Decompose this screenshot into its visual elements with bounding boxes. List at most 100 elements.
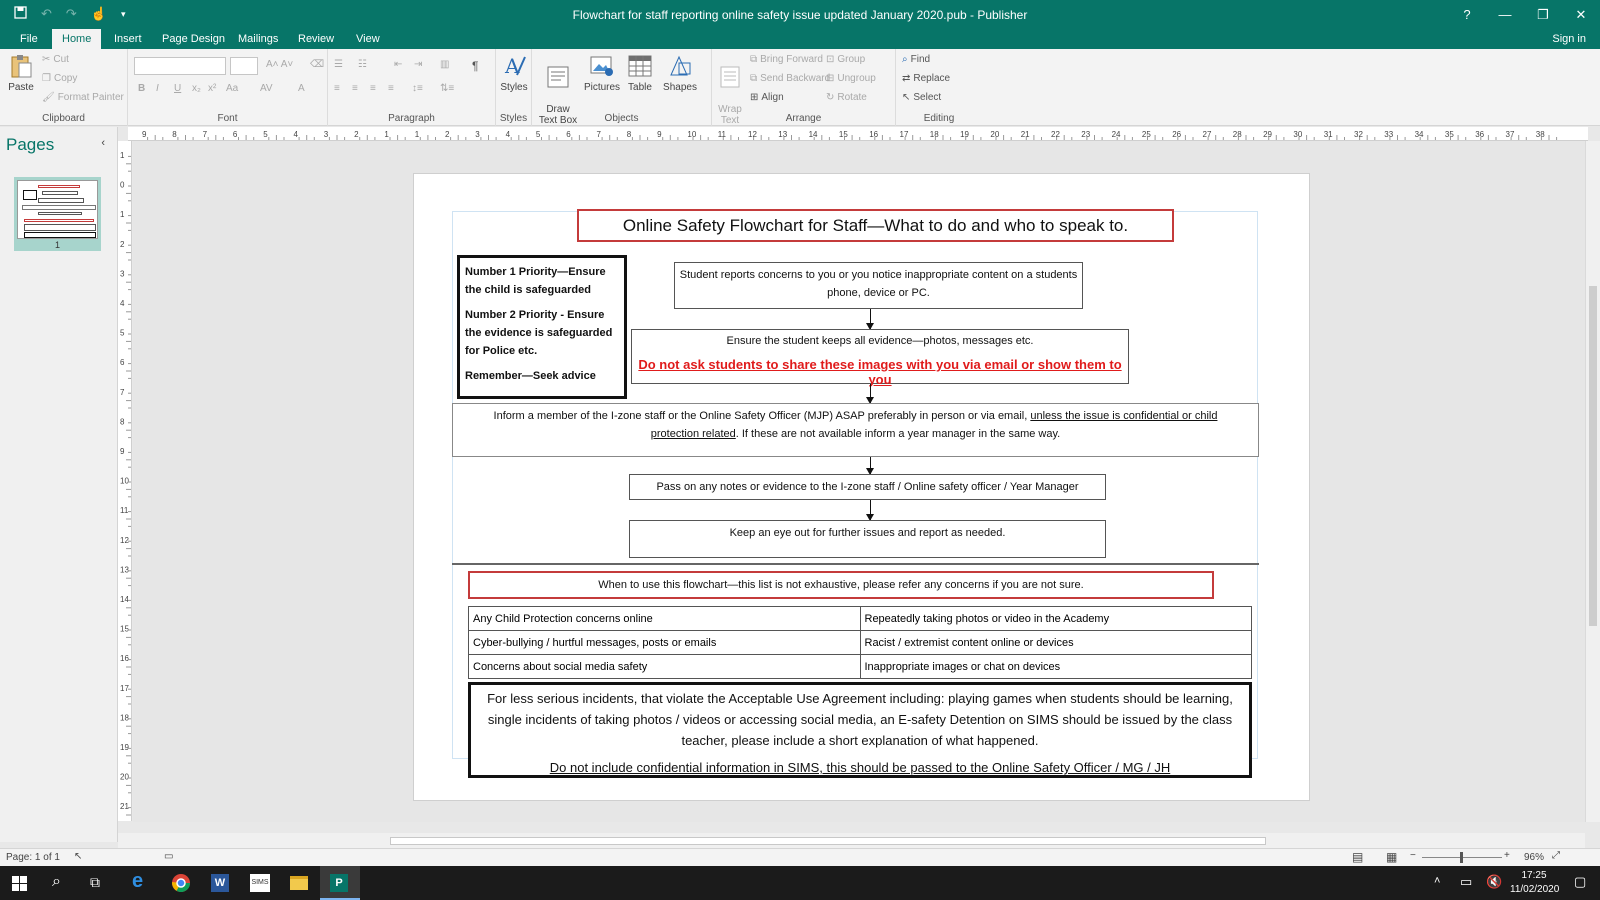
- chrome-icon[interactable]: [172, 874, 190, 892]
- two-page-view-icon[interactable]: ▦: [1386, 850, 1397, 864]
- help-button[interactable]: ?: [1448, 0, 1486, 29]
- word-icon[interactable]: W: [211, 874, 229, 892]
- styles-button[interactable]: A Styles: [498, 53, 530, 93]
- objects-group: Draw Text Box Pictures Table Shapes Obje…: [532, 49, 712, 126]
- replace-button[interactable]: ⇄ Replace: [902, 73, 950, 84]
- grow-font-icon[interactable]: A˄ A˅: [266, 59, 293, 70]
- format-painter-button[interactable]: 🖌 Format Painter: [42, 92, 124, 103]
- ruler-label: 2: [120, 240, 125, 249]
- tab-home[interactable]: Home: [52, 29, 102, 49]
- page-indicator[interactable]: Page: 1 of 1: [6, 852, 60, 863]
- italic-icon[interactable]: I: [156, 83, 159, 94]
- collapse-pane-icon[interactable]: ‹: [101, 137, 105, 149]
- task-view-icon[interactable]: ⧉: [90, 874, 100, 891]
- clock[interactable]: 17:25 11/02/2020: [1510, 869, 1559, 897]
- character-spacing-icon[interactable]: AV: [260, 83, 273, 94]
- font-color-icon[interactable]: A: [298, 83, 305, 94]
- increase-indent-icon[interactable]: ⇥: [414, 59, 422, 70]
- rotate-button[interactable]: ↻ Rotate: [826, 92, 867, 103]
- group-button[interactable]: ⊡ Group: [826, 54, 865, 65]
- zoom-out-icon[interactable]: −: [1410, 850, 1416, 861]
- zoom-slider-thumb[interactable]: [1460, 852, 1464, 863]
- font-size-input[interactable]: [230, 57, 258, 75]
- single-page-view-icon[interactable]: ▤: [1352, 850, 1363, 864]
- table-icon: [628, 55, 652, 77]
- flowchart-title[interactable]: Online Safety Flowchart for Staff—What t…: [577, 209, 1174, 242]
- paragraph-label: Paragraph: [388, 113, 435, 124]
- cut-button[interactable]: ✂ Cut: [42, 54, 69, 65]
- justify-icon[interactable]: ≡: [388, 83, 394, 94]
- align-center-icon[interactable]: ≡: [352, 83, 358, 94]
- send-backward-button[interactable]: ⧉ Send Backward: [750, 73, 830, 84]
- bring-forward-button[interactable]: ⧉ Bring Forward: [750, 54, 823, 65]
- tab-file[interactable]: File: [10, 29, 48, 49]
- sims-icon[interactable]: SIMS: [250, 874, 270, 892]
- search-icon[interactable]: ⌕: [52, 873, 61, 891]
- paragraph-spacing-icon[interactable]: ⇅≡: [440, 83, 454, 94]
- vertical-scroll-thumb[interactable]: [1589, 286, 1597, 626]
- step-keep-evidence[interactable]: Ensure the student keeps all evidence—ph…: [631, 329, 1129, 387]
- find-button[interactable]: ⌕ Find: [902, 54, 930, 65]
- table-button[interactable]: Table: [622, 53, 658, 93]
- tab-view[interactable]: View: [346, 29, 390, 49]
- horizontal-scroll-thumb[interactable]: [390, 837, 1266, 845]
- vertical-scrollbar[interactable]: [1585, 141, 1600, 822]
- subscript-icon[interactable]: x₂: [192, 83, 201, 94]
- superscript-icon[interactable]: x²: [208, 83, 216, 94]
- concerns-table[interactable]: Any Child Protection concerns online Repe…: [468, 606, 1252, 679]
- windows-start-icon[interactable]: [12, 876, 27, 891]
- chevron-up-icon[interactable]: ˄: [1434, 875, 1440, 887]
- step-pass-on-notes[interactable]: Pass on any notes or evidence to the I-z…: [629, 474, 1106, 500]
- shapes-button[interactable]: Shapes: [660, 53, 700, 93]
- columns-icon[interactable]: ▥: [440, 59, 449, 70]
- fit-page-icon[interactable]: ⤢: [1552, 850, 1560, 861]
- align-button[interactable]: ⊞ Align: [750, 92, 784, 103]
- line-spacing-icon[interactable]: ↕≡: [412, 83, 423, 94]
- edge-icon[interactable]: e: [132, 870, 143, 893]
- taskbar-publisher-active[interactable]: P: [320, 866, 360, 900]
- ungroup-button[interactable]: ⊟ Ungroup: [826, 73, 876, 84]
- decrease-indent-icon[interactable]: ⇤: [394, 59, 402, 70]
- restore-button[interactable]: ❐: [1524, 0, 1562, 29]
- when-to-use-title[interactable]: When to use this flowchart—this list is …: [468, 571, 1214, 599]
- tab-review[interactable]: Review: [288, 29, 344, 49]
- volume-muted-icon[interactable]: 🔇: [1486, 874, 1502, 890]
- horizontal-scrollbar[interactable]: [118, 833, 1585, 848]
- minimize-button[interactable]: —: [1486, 0, 1524, 29]
- change-case-icon[interactable]: Aa: [226, 83, 238, 94]
- select-button[interactable]: ↖ Select: [902, 92, 941, 103]
- bullets-icon[interactable]: ☰: [334, 59, 343, 70]
- ruler-label: 15: [839, 130, 848, 139]
- network-icon[interactable]: ▭: [1460, 874, 1472, 890]
- pictures-button[interactable]: Pictures: [582, 53, 622, 93]
- paste-button[interactable]: Paste: [5, 53, 37, 93]
- zoom-in-icon[interactable]: +: [1504, 850, 1510, 861]
- align-right-icon[interactable]: ≡: [370, 83, 376, 94]
- tab-page-design[interactable]: Page Design: [152, 29, 235, 49]
- priorities-box[interactable]: Number 1 Priority—Ensure the child is sa…: [457, 255, 627, 399]
- step-keep-eye-out[interactable]: Keep an eye out for further issues and r…: [629, 520, 1106, 558]
- sign-in-link[interactable]: Sign in: [1552, 29, 1586, 49]
- notifications-icon[interactable]: ▢: [1574, 874, 1586, 890]
- step-report-concerns[interactable]: Student reports concerns to you or you n…: [674, 262, 1083, 309]
- font-group: A˄ A˅ ⌫ B I U x₂ x² Aa AV A Font: [128, 49, 328, 126]
- step-inform-staff[interactable]: Inform a member of the I-zone staff or t…: [452, 403, 1259, 457]
- document-canvas: Online Safety Flowchart for Staff—What t…: [133, 141, 1585, 822]
- tab-insert[interactable]: Insert: [104, 29, 152, 49]
- copy-button[interactable]: ❐ Copy: [42, 73, 77, 84]
- align-left-icon[interactable]: ≡: [334, 83, 340, 94]
- zoom-level[interactable]: 96%: [1524, 852, 1544, 863]
- file-explorer-icon[interactable]: [290, 876, 308, 890]
- numbering-icon[interactable]: ☷: [358, 59, 367, 70]
- tab-mailings[interactable]: Mailings: [228, 29, 288, 49]
- ruler-label: 5: [536, 130, 541, 139]
- underline-icon[interactable]: U: [174, 83, 181, 94]
- font-name-input[interactable]: [134, 57, 226, 75]
- bold-icon[interactable]: B: [138, 83, 145, 94]
- close-button[interactable]: ✕: [1562, 0, 1600, 29]
- clear-format-icon[interactable]: ⌫: [310, 59, 324, 70]
- paragraph-marks-icon[interactable]: ¶: [472, 59, 478, 73]
- publication-page[interactable]: Online Safety Flowchart for Staff—What t…: [413, 173, 1310, 801]
- page-thumbnail[interactable]: 1: [14, 177, 101, 251]
- less-serious-box[interactable]: For less serious incidents, that violate…: [468, 682, 1252, 778]
